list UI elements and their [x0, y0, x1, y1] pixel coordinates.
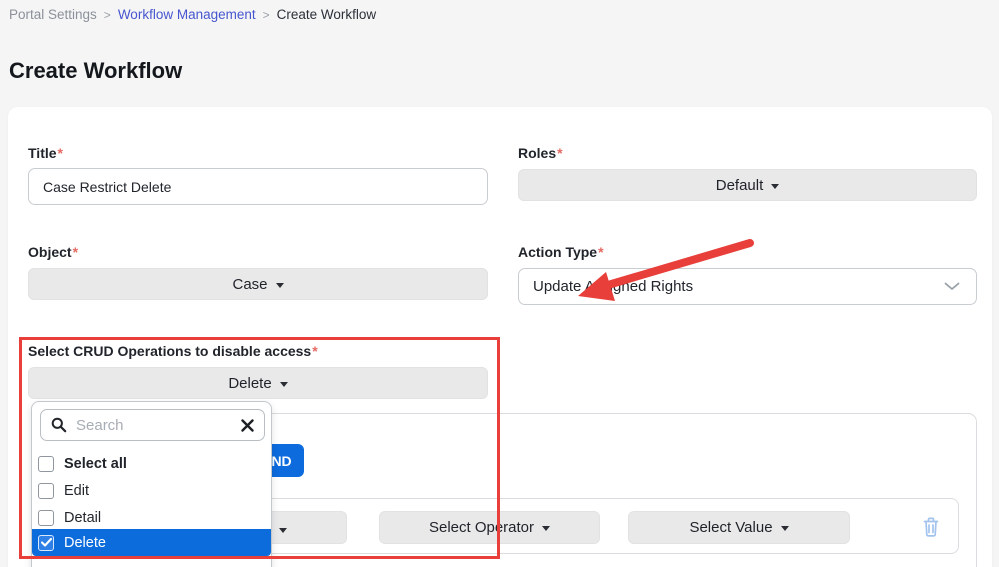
action-type-value: Update Assigned Rights: [533, 278, 694, 295]
crud-dropdown-button[interactable]: Delete: [28, 367, 488, 399]
caret-down-icon: [279, 528, 287, 533]
title-input[interactable]: [28, 168, 488, 205]
option-label: Detail: [64, 509, 102, 526]
title-label-text: Title: [28, 145, 57, 161]
breadcrumb-separator: >: [262, 7, 270, 22]
checkbox-checked-icon[interactable]: [38, 534, 54, 551]
operator-dropdown-button[interactable]: Select Operator: [379, 511, 600, 544]
action-type-label-text: Action Type: [518, 244, 598, 260]
crud-dropdown-value: Delete: [228, 374, 272, 392]
breadcrumb-separator: >: [103, 7, 111, 22]
required-asterisk: *: [598, 244, 604, 260]
caret-down-icon: [780, 526, 789, 531]
option-select-all[interactable]: Select all: [32, 450, 271, 477]
checkbox-unchecked-icon[interactable]: [38, 509, 54, 526]
required-asterisk: *: [312, 343, 318, 359]
operator-dropdown-value: Select Operator: [428, 519, 535, 536]
object-dropdown-button[interactable]: Case: [28, 268, 488, 300]
page-title: Create Workflow: [9, 58, 183, 83]
breadcrumb-portal-settings[interactable]: Portal Settings: [9, 7, 97, 22]
search-icon: [51, 417, 67, 433]
roles-label-text: Roles: [518, 145, 557, 161]
option-edit[interactable]: Edit: [32, 477, 271, 504]
trash-icon: [923, 517, 939, 537]
roles-dropdown-value: Default: [715, 176, 764, 194]
action-type-label: Action Type*: [518, 244, 604, 260]
option-label: Delete: [64, 534, 106, 551]
required-asterisk: *: [57, 145, 63, 161]
caret-down-icon: [279, 381, 288, 387]
object-dropdown-value: Case: [232, 275, 268, 293]
delete-row-button[interactable]: [920, 516, 942, 538]
breadcrumb: Portal Settings > Workflow Management > …: [9, 7, 376, 22]
option-label: Edit: [64, 482, 89, 499]
object-label-text: Object: [28, 244, 72, 260]
option-detail[interactable]: Detail: [32, 504, 271, 531]
breadcrumb-create-workflow: Create Workflow: [276, 7, 377, 22]
required-asterisk: *: [72, 244, 79, 260]
object-label: Object*: [28, 244, 78, 260]
checkbox-unchecked-icon[interactable]: [38, 482, 54, 499]
action-type-select[interactable]: Update Assigned Rights: [518, 268, 977, 305]
required-asterisk: *: [557, 145, 563, 161]
crud-label-text: Select CRUD Operations to disable access: [28, 343, 312, 359]
chevron-down-icon: [944, 282, 960, 290]
caret-down-icon: [275, 282, 284, 288]
checkbox-unchecked-icon[interactable]: [38, 455, 54, 472]
roles-label: Roles*: [518, 145, 563, 161]
caret-down-icon: [771, 183, 780, 189]
option-delete[interactable]: Delete: [32, 529, 271, 556]
crud-label: Select CRUD Operations to disable access…: [28, 343, 318, 359]
value-dropdown-value: Select Value: [689, 519, 773, 536]
caret-down-icon: [542, 526, 551, 531]
dropdown-search-input[interactable]: [76, 416, 232, 434]
crud-dropdown-menu: Select all Edit Detail Delete: [31, 401, 272, 567]
breadcrumb-workflow-management[interactable]: Workflow Management: [118, 7, 256, 22]
title-label: Title*: [28, 145, 63, 161]
roles-dropdown-button[interactable]: Default: [518, 169, 977, 201]
value-dropdown-button[interactable]: Select Value: [628, 511, 850, 544]
dropdown-search-box: [40, 409, 265, 441]
option-label: Select all: [64, 455, 127, 472]
close-icon[interactable]: [241, 418, 254, 432]
